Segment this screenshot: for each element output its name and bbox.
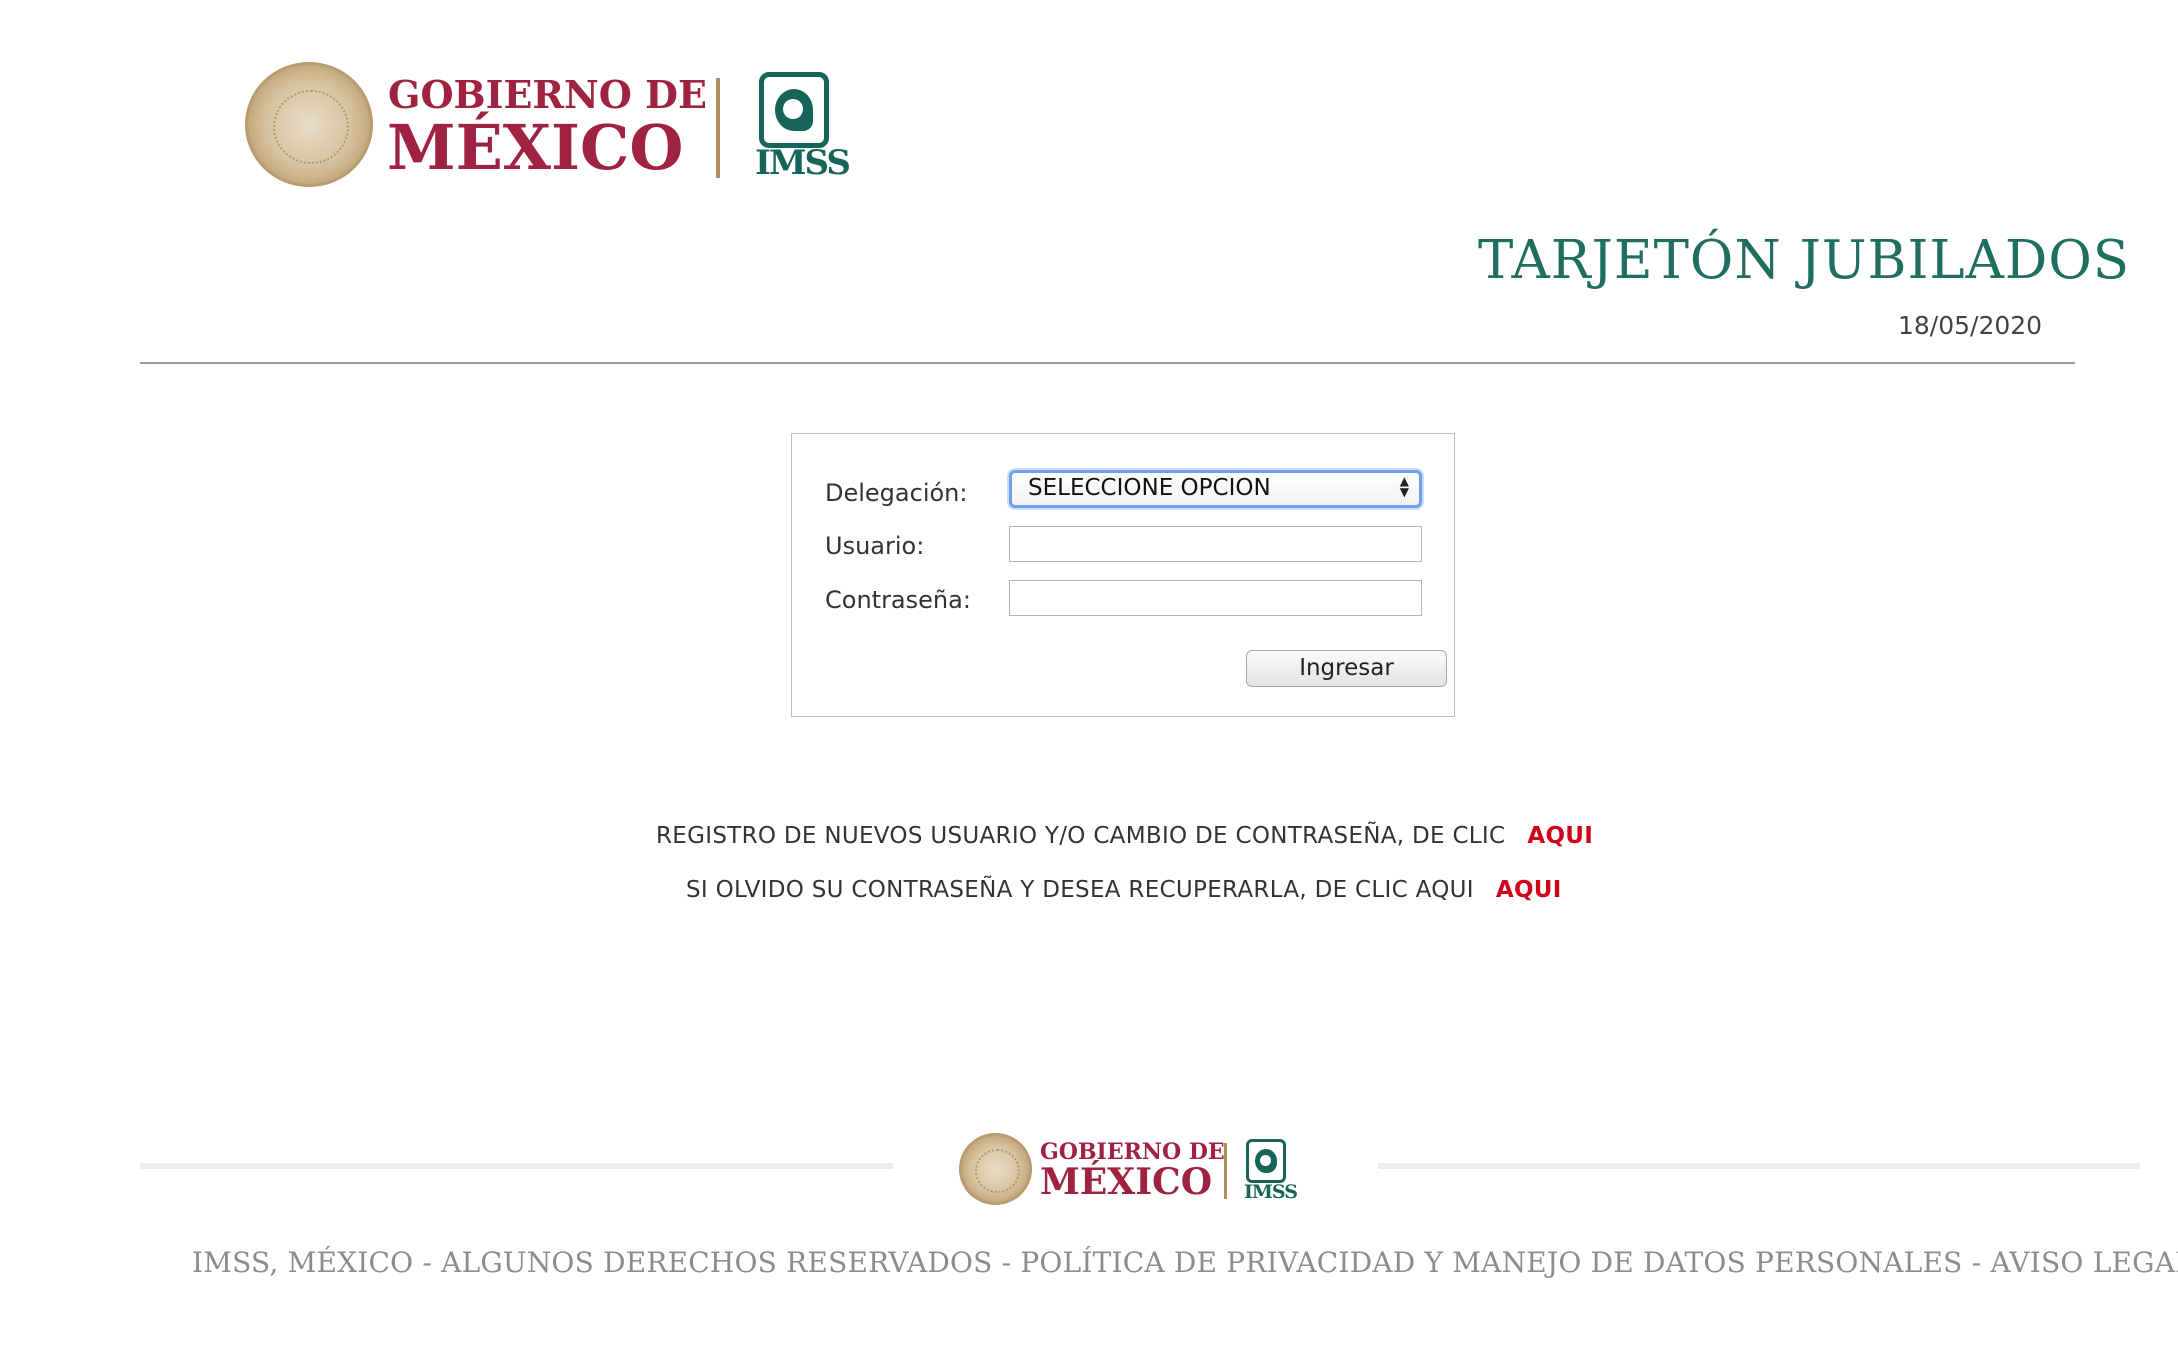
footer-gov-line2: MÉXICO [1040, 1161, 1213, 1203]
footer-imss-emblem-icon [1246, 1139, 1286, 1183]
header-divider [140, 362, 2075, 364]
register-link[interactable]: AQUI [1527, 823, 1593, 849]
usuario-input[interactable] [1009, 526, 1422, 562]
ingresar-button[interactable]: Ingresar [1246, 650, 1447, 687]
register-text: REGISTRO DE NUEVOS USUARIO Y/O CAMBIO DE… [656, 823, 1506, 849]
recover-text: SI OLVIDO SU CONTRASEÑA Y DESEA RECUPERA… [686, 877, 1474, 903]
imss-label: IMSS [755, 143, 851, 183]
page-title: TARJETÓN JUBILADOS [1478, 230, 2131, 291]
usuario-label: Usuario: [825, 532, 925, 560]
logo-divider [716, 78, 720, 178]
imss-emblem-icon [759, 72, 829, 148]
footer-imss-label: IMSS [1244, 1181, 1298, 1203]
recover-link[interactable]: AQUI [1496, 877, 1562, 903]
gov-line2: MÉXICO [387, 111, 684, 184]
contrasena-input[interactable] [1009, 580, 1422, 616]
footer-logo: GOBIERNO DE MÉXICO IMSS [959, 1133, 1299, 1205]
footer-logo-divider [1224, 1143, 1227, 1199]
footer-line-left [140, 1163, 893, 1169]
date-label: 18/05/2020 [1898, 311, 2043, 340]
footer-line-right [1378, 1163, 2140, 1169]
header-logo: GOBIERNO DE MÉXICO IMSS [245, 62, 855, 187]
footer-gov-line1: GOBIERNO DE [1040, 1139, 1225, 1165]
select-arrows-icon: ▲ ▼ [1399, 474, 1409, 499]
contrasena-label: Contraseña: [825, 586, 971, 614]
gov-line1: GOBIERNO DE [388, 72, 707, 117]
footer-legal-text: IMSS, MÉXICO - ALGUNOS DERECHOS RESERVAD… [192, 1246, 2178, 1279]
footer-mexico-seal-icon [959, 1133, 1032, 1205]
login-form: Delegación: SELECCIONE OPCION ▲ ▼ Usuario… [791, 433, 1455, 717]
recover-notice: SI OLVIDO SU CONTRASEÑA Y DESEA RECUPERA… [686, 877, 1562, 903]
delegacion-label: Delegación: [825, 479, 968, 507]
register-notice: REGISTRO DE NUEVOS USUARIO Y/O CAMBIO DE… [656, 823, 1593, 849]
delegacion-selected-value: SELECCIONE OPCION [1028, 475, 1271, 501]
delegacion-select[interactable]: SELECCIONE OPCION ▲ ▼ [1009, 470, 1422, 508]
mexico-seal-icon [245, 62, 373, 187]
